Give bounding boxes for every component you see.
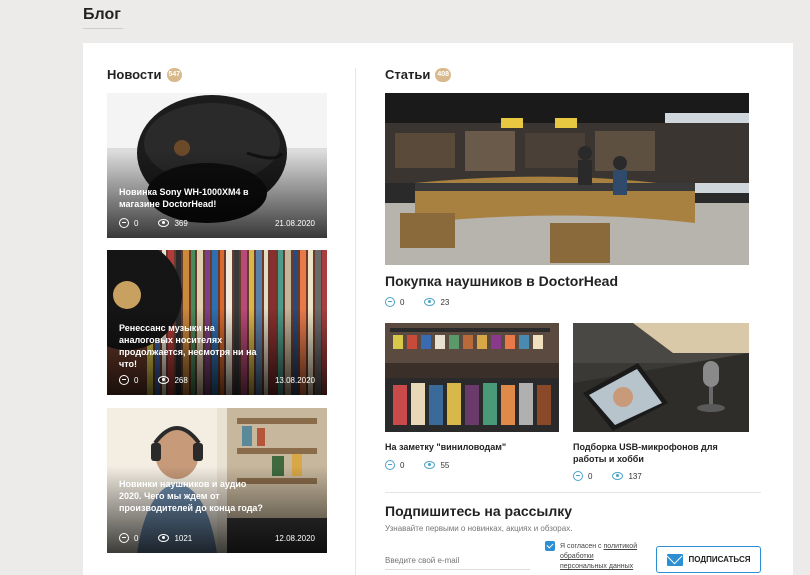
subscribe-subtitle: Узнавайте первыми о новинках, акциях и о…: [385, 524, 573, 533]
news-card[interactable]: Ренессанс музыки на аналоговых носителях…: [107, 250, 327, 395]
envelope-icon: [666, 553, 683, 566]
views-count: 1021: [158, 534, 192, 543]
subscribe-button-label: ПОДПИСАТЬСЯ: [688, 555, 751, 564]
subscribe-button[interactable]: ПОДПИСАТЬСЯ: [656, 546, 761, 573]
article-title[interactable]: Подборка USB-микрофонов для работы и хоб…: [573, 441, 749, 465]
news-card[interactable]: Новинки наушников и аудио 2020. Чего мы …: [107, 408, 327, 553]
comments-count: 0: [119, 533, 138, 543]
comments-value: 0: [400, 297, 405, 307]
news-heading[interactable]: Новости 547: [107, 67, 183, 82]
comment-icon: [573, 471, 583, 481]
comments-count: 0: [385, 460, 404, 470]
eye-icon: [424, 298, 436, 306]
news-heading-label: Новости: [107, 67, 162, 82]
article-image[interactable]: [573, 323, 749, 432]
comments-count: 0: [385, 297, 404, 307]
article-main-title[interactable]: Покупка наушников в DoctorHead: [385, 273, 618, 289]
views-value: 1021: [174, 533, 193, 543]
news-date: 21.08.2020: [274, 218, 315, 228]
page-title: Блог: [83, 6, 121, 23]
comments-count: 0: [119, 218, 138, 228]
news-date: 12.08.2020: [274, 533, 315, 543]
comments-value: 0: [588, 471, 593, 481]
news-card-title[interactable]: Ренессанс музыки на аналоговых носителях…: [119, 322, 267, 370]
article-main-image[interactable]: [385, 93, 749, 265]
views-count: 23: [424, 298, 449, 307]
agree-prefix: Я согласен с: [560, 543, 602, 550]
eye-icon: [158, 219, 170, 227]
views-value: 23: [440, 297, 450, 307]
column-divider: [355, 68, 356, 575]
comment-icon: [385, 460, 395, 470]
views-count: 369: [158, 218, 188, 228]
views-value: 55: [440, 460, 450, 470]
store-interior-image: [385, 93, 749, 265]
article-meta: 0 55: [385, 460, 469, 470]
views-value: 268: [174, 375, 188, 385]
comment-icon: [385, 297, 395, 307]
comment-icon: [119, 218, 129, 228]
comment-icon: [119, 375, 129, 385]
news-date: 13.08.2020: [274, 375, 315, 385]
eye-icon: [612, 472, 624, 480]
divider: [385, 492, 761, 493]
news-card[interactable]: Новинка Sony WH-1000XM4 в магазине Docto…: [107, 93, 327, 238]
views-count: 55: [424, 461, 449, 470]
views-count: 137: [612, 471, 642, 481]
views-count: 268: [158, 375, 188, 385]
views-value: 137: [628, 471, 642, 481]
comments-value: 0: [134, 218, 139, 228]
article-main-meta: 0 23: [385, 297, 469, 307]
articles-heading[interactable]: Статьи 408: [385, 67, 452, 82]
comments-value: 0: [134, 533, 139, 543]
news-card-meta: 0 1021 12.08.2020: [119, 533, 315, 543]
eye-icon: [158, 376, 170, 384]
news-card-meta: 0 369 21.08.2020: [119, 218, 315, 228]
comments-value: 0: [400, 460, 405, 470]
agree-text: Я согласен с политикой обработки персона…: [560, 542, 640, 572]
comments-count: 0: [573, 471, 592, 481]
article-title[interactable]: На заметку "виниловодам": [385, 441, 559, 453]
articles-count-badge: 408: [435, 67, 452, 82]
tablet-microphone-image: [573, 323, 749, 432]
articles-heading-label: Статьи: [385, 67, 431, 82]
comments-value: 0: [134, 375, 139, 385]
eye-icon: [158, 534, 170, 542]
eye-icon: [424, 461, 436, 469]
vinyl-shop-image: [385, 323, 559, 432]
title-underline: [83, 28, 123, 29]
comment-icon: [119, 533, 129, 543]
news-card-title[interactable]: Новинка Sony WH-1000XM4 в магазине Docto…: [119, 186, 267, 210]
article-image[interactable]: [385, 323, 559, 432]
views-value: 369: [174, 218, 188, 228]
news-count-badge: 547: [166, 67, 183, 82]
agree-checkbox[interactable]: [545, 541, 555, 551]
news-card-title[interactable]: Новинки наушников и аудио 2020. Чего мы …: [119, 478, 267, 514]
email-field[interactable]: [385, 552, 530, 570]
comments-count: 0: [119, 375, 138, 385]
news-card-meta: 0 268 13.08.2020: [119, 375, 315, 385]
subscribe-title: Подпишитесь на рассылку: [385, 503, 573, 519]
article-meta: 0 137: [573, 471, 662, 481]
